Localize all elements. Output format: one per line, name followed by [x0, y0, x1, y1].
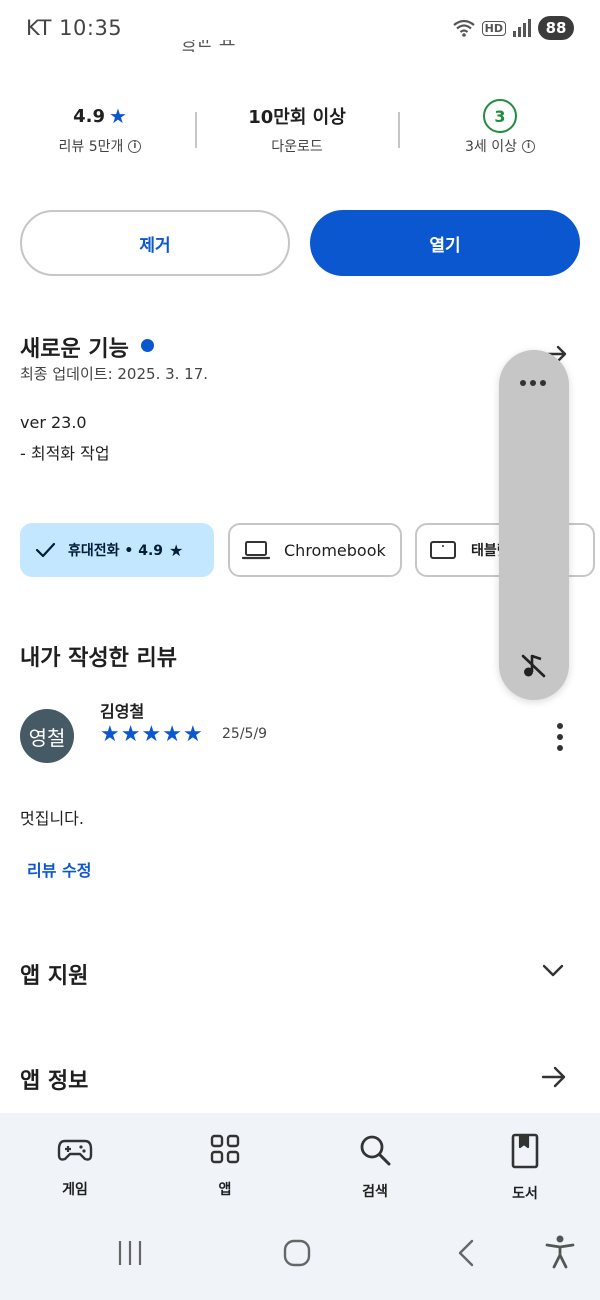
open-button[interactable]: 열기: [310, 210, 580, 276]
gamepad-icon: [57, 1139, 93, 1161]
app-details-page: KT 10:35 HD 88 평균 요금 4.9: [0, 0, 600, 1300]
app-info-arrow-icon[interactable]: [540, 1064, 568, 1090]
nav-label: 게임: [62, 1182, 88, 1198]
device-chip-phone[interactable]: 휴대전화 • 4.9 ★: [20, 523, 214, 577]
status-icons: HD 88: [452, 16, 574, 40]
chevron-down-icon[interactable]: [541, 960, 565, 980]
nav-label: 앱: [218, 1182, 232, 1198]
star-icon: ★: [169, 540, 184, 560]
recents-button-icon[interactable]: [116, 1238, 144, 1268]
rating-value: 4.9: [73, 105, 105, 127]
wifi-icon: [452, 19, 475, 37]
version-text: ver 23.0: [20, 413, 87, 432]
new-indicator-dot: [141, 339, 154, 352]
app-support-title[interactable]: 앱 지원: [20, 958, 88, 990]
star-icon: ★: [108, 104, 127, 128]
last-updated-date: 최종 업데이트: 2025. 3. 17.: [20, 365, 209, 383]
check-icon: [35, 542, 56, 558]
review-star-rating: ★ ★ ★ ★ ★: [100, 723, 203, 747]
status-bar: KT 10:35 HD 88 평균 요금: [0, 0, 600, 56]
age-rating-stat[interactable]: 3 3세 이상 i: [400, 99, 600, 156]
nav-label: 검색: [362, 1184, 388, 1200]
uninstall-button[interactable]: 제거: [20, 210, 290, 276]
reviewer-name: 김영철: [100, 702, 145, 721]
downloads-value: 10만회 이상: [248, 107, 346, 128]
more-options-icon[interactable]: [520, 380, 546, 386]
star-icon: ★: [162, 722, 182, 747]
nav-item-games[interactable]: 게임: [15, 1133, 135, 1199]
music-mute-icon[interactable]: [519, 650, 549, 680]
home-button-icon[interactable]: [282, 1238, 312, 1268]
hd-icon: HD: [481, 20, 506, 36]
nav-item-apps[interactable]: 앱: [165, 1133, 285, 1199]
release-notes: - 최적화 작업: [20, 444, 110, 463]
book-icon: [511, 1133, 539, 1169]
search-icon: [360, 1135, 391, 1166]
apps-grid-icon: [210, 1134, 240, 1164]
my-review-title: 내가 작성한 리뷰: [20, 646, 177, 671]
downloads-label: 다운로드: [271, 139, 323, 155]
laptop-icon: [242, 541, 270, 560]
review-body: 멋집니다.: [20, 809, 84, 828]
age-rating-badge: 3: [483, 99, 517, 133]
rating-label: 리뷰 5만개: [58, 139, 124, 155]
signal-icon: [513, 19, 531, 37]
device-chip-label: 휴대전화 • 4.9: [68, 543, 164, 559]
age-rating-label: 3세 이상: [465, 139, 517, 155]
clipped-header-title: 평균 요금: [180, 40, 236, 52]
star-icon: ★: [182, 722, 203, 747]
star-icon: ★: [141, 722, 162, 747]
floating-side-panel[interactable]: [499, 350, 569, 700]
battery-indicator: 88: [538, 16, 574, 40]
star-icon: ★: [100, 722, 120, 747]
nav-item-books[interactable]: 도서: [465, 1133, 585, 1203]
avatar: 영철: [20, 709, 74, 763]
tablet-icon: [430, 541, 456, 559]
device-chip-label: Chromebook: [284, 540, 386, 560]
accessibility-icon[interactable]: [544, 1234, 576, 1270]
rating-stat[interactable]: 4.9 ★ 리뷰 5만개 i: [0, 100, 200, 156]
nav-label: 도서: [512, 1186, 538, 1202]
review-date: 25/5/9: [222, 726, 268, 742]
nav-item-search[interactable]: 검색: [315, 1133, 435, 1201]
back-button-icon[interactable]: [454, 1238, 478, 1268]
star-icon: ★: [120, 722, 141, 747]
downloads-stat: 10만회 이상 다운로드: [197, 100, 397, 156]
status-time: KT 10:35: [26, 16, 123, 40]
system-navigation-bar: [0, 1220, 600, 1290]
device-chip-chromebook[interactable]: Chromebook: [228, 523, 402, 577]
edit-review-link[interactable]: 리뷰 수정: [27, 857, 91, 881]
info-icon: i: [522, 139, 535, 153]
app-info-title[interactable]: 앱 정보: [20, 1063, 88, 1095]
whats-new-title[interactable]: 새로운 기능: [20, 331, 129, 363]
info-icon: i: [128, 139, 142, 153]
review-more-options-button[interactable]: [548, 721, 572, 753]
app-stats-row: 4.9 ★ 리뷰 5만개 i 10만회 이상 다운로드 3 3세 이상 i: [0, 99, 600, 170]
